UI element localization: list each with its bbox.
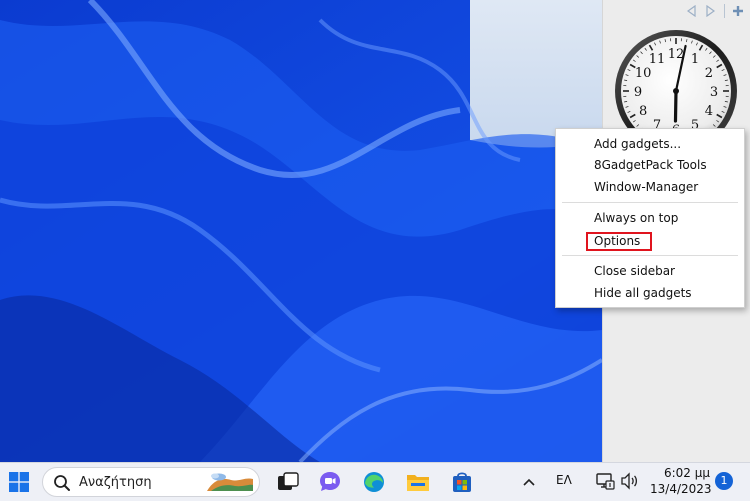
input-language-indicator[interactable]: ΕΛ: [556, 473, 572, 487]
chevron-up-icon: [523, 478, 535, 486]
taskbar-date[interactable]: 13/4/2023: [650, 482, 710, 496]
teams-chat-icon: [318, 470, 342, 494]
menu-item-add-gadgets[interactable]: Add gadgets...: [557, 134, 743, 154]
next-page-icon[interactable]: [704, 4, 718, 18]
edge-browser-button[interactable]: [360, 468, 388, 496]
menu-separator: [562, 202, 738, 203]
task-view-icon: [277, 472, 299, 492]
taskbar: Αναζήτηση: [0, 462, 750, 501]
menu-item-close-sidebar[interactable]: Close sidebar: [557, 261, 743, 281]
windows-logo-icon: [9, 472, 29, 492]
clock-numeral: 1: [691, 52, 699, 67]
taskbar-time[interactable]: 6:02 μμ: [656, 466, 710, 480]
clock-numeral: 9: [634, 85, 642, 100]
microsoft-store-button[interactable]: [448, 468, 476, 496]
clock-numeral: 4: [705, 104, 713, 119]
clock-numeral: 3: [710, 85, 718, 100]
clock-numeral: 8: [639, 104, 647, 119]
teams-chat-button[interactable]: [316, 468, 344, 496]
clock-hour-hand: [675, 91, 676, 121]
nav-divider: [724, 4, 725, 18]
options-highlight-box: [586, 232, 652, 251]
show-hidden-icons-button[interactable]: [518, 471, 540, 493]
file-explorer-button[interactable]: [404, 468, 432, 496]
search-icon: [53, 474, 71, 492]
edge-browser-icon: [362, 470, 386, 494]
file-explorer-icon: [406, 471, 430, 493]
clock-numeral: 11: [649, 52, 666, 67]
microsoft-store-icon: [450, 470, 474, 494]
volume-icon[interactable]: [620, 471, 640, 494]
menu-item-hide-all-gadgets[interactable]: Hide all gadgets: [557, 283, 743, 303]
sidebar-nav: [684, 4, 745, 18]
add-gadget-plus-icon[interactable]: [731, 4, 745, 18]
network-icon[interactable]: [595, 471, 615, 494]
clock-numeral: 10: [635, 66, 652, 81]
menu-separator: [562, 255, 738, 256]
previous-page-icon[interactable]: [684, 4, 698, 18]
start-button[interactable]: [6, 469, 32, 495]
sidebar-context-menu: Add gadgets... 8GadgetPack Tools Window-…: [555, 128, 745, 308]
taskbar-search-box[interactable]: Αναζήτηση: [42, 467, 260, 497]
notification-count-badge[interactable]: 1: [715, 472, 733, 490]
menu-item-window-manager[interactable]: Window-Manager: [557, 177, 743, 197]
menu-item-8gadgetpack-tools[interactable]: 8GadgetPack Tools: [557, 155, 743, 175]
clock-numeral: 2: [705, 66, 713, 81]
search-highlight-icon[interactable]: [205, 471, 255, 493]
search-placeholder: Αναζήτηση: [79, 475, 152, 490]
menu-item-always-on-top[interactable]: Always on top: [557, 208, 743, 228]
task-view-button[interactable]: [274, 468, 302, 496]
